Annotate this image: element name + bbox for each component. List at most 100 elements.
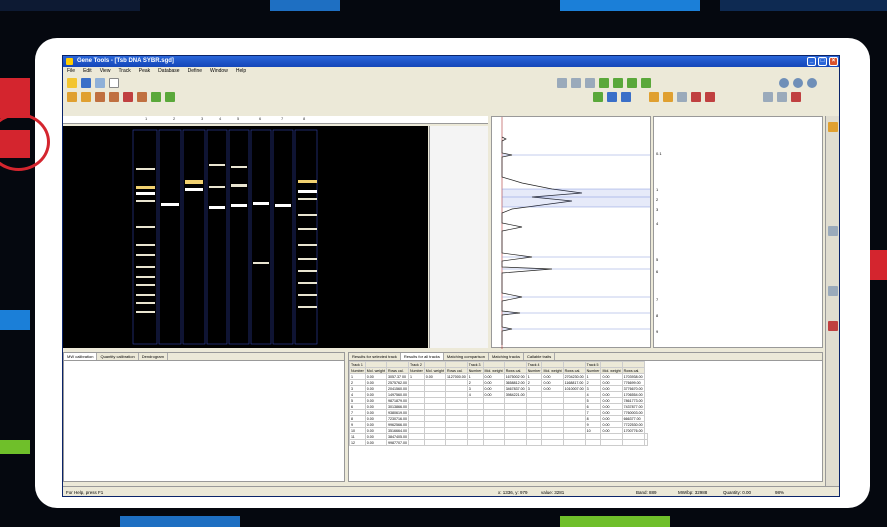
menu-window[interactable]: Window: [210, 67, 228, 76]
tool-icon[interactable]: [791, 92, 801, 102]
tool-icon[interactable]: [81, 92, 91, 102]
tool-icon[interactable]: [585, 78, 595, 88]
table-cell: [584, 439, 602, 446]
menu-help[interactable]: Help: [236, 67, 246, 76]
table-cell: 0.00: [364, 439, 387, 446]
bg-band: [560, 516, 670, 527]
tool-icon[interactable]: [641, 78, 651, 88]
toolbar-top: [63, 76, 839, 90]
table-cell: 12: [349, 439, 366, 446]
tool-icon[interactable]: [677, 92, 687, 102]
results-table[interactable]: Track 1 Track 2 Track 3 Track 4 Track 5 Numbe…: [349, 361, 648, 446]
zoom-out-icon[interactable]: [793, 78, 803, 88]
gel-image[interactable]: [63, 126, 428, 348]
table-cell: [482, 439, 505, 446]
tab-results-selected[interactable]: Results for selected track: [349, 353, 401, 360]
status-zoom: 98%: [775, 490, 785, 495]
tool-icon[interactable]: [599, 78, 609, 88]
lane-ruler: 1 2 3 4 5 6 7 8: [63, 116, 488, 124]
menu-define[interactable]: Define: [188, 67, 202, 76]
table-cell: [525, 439, 543, 446]
menu-view[interactable]: View: [100, 67, 111, 76]
tab-strip: Results for selected track Results for a…: [349, 353, 822, 361]
lane-label: 4: [219, 116, 222, 121]
bg-stripe: [0, 440, 30, 454]
menu-track[interactable]: Track: [118, 67, 130, 76]
tool-icon[interactable]: [663, 92, 673, 102]
lane-label: 8: [303, 116, 306, 121]
lane-label: 2: [173, 116, 176, 121]
tool-icon[interactable]: [828, 286, 838, 296]
tab-matching-tracks[interactable]: Matching tracks: [489, 353, 524, 360]
tool-icon[interactable]: [137, 92, 147, 102]
results-panel: Results for selected track Results for a…: [348, 352, 823, 482]
status-mw: MW/bp: 32988: [678, 490, 708, 495]
table-cell: [423, 439, 446, 446]
close-icon[interactable]: ×: [829, 57, 838, 66]
tool-icon[interactable]: [571, 78, 581, 88]
menu-file[interactable]: File: [67, 67, 75, 76]
tool-icon[interactable]: [151, 92, 161, 102]
tool-icon[interactable]: [165, 92, 175, 102]
bg-band: [0, 0, 140, 11]
print-icon[interactable]: [95, 78, 105, 88]
tool-icon[interactable]: [705, 92, 715, 102]
table-cell: [600, 439, 623, 446]
lane-label: 3: [201, 116, 204, 121]
tool-icon[interactable]: [613, 78, 623, 88]
tab-matching-comparison[interactable]: Matching comparison: [444, 353, 489, 360]
tab-mw-calibration[interactable]: MW calibration: [64, 353, 98, 360]
table-cell: [562, 439, 586, 446]
bg-band: [270, 0, 340, 11]
tool-icon[interactable]: [828, 321, 838, 331]
zoom-in-icon[interactable]: [779, 78, 789, 88]
tool-icon[interactable]: [763, 92, 773, 102]
bg-band: [120, 516, 240, 527]
background-stage: Gene Tools - [Tsb DNA SYBR.sgd] _ □ × Fi…: [0, 0, 887, 527]
tab-results-all[interactable]: Results for all tracks: [400, 353, 444, 360]
tool-icon[interactable]: [123, 92, 133, 102]
tool-icon[interactable]: [777, 92, 787, 102]
new-icon[interactable]: [109, 78, 119, 88]
menu-database[interactable]: Database: [158, 67, 179, 76]
tool-icon[interactable]: [828, 122, 838, 132]
calibration-label: 0.1: [656, 151, 662, 156]
menu-edit[interactable]: Edit: [83, 67, 92, 76]
lane-label: 6: [259, 116, 262, 121]
bg-band: [560, 0, 700, 11]
gel-side-panel: [429, 126, 488, 348]
menu-peak[interactable]: Peak: [139, 67, 150, 76]
tool-icon[interactable]: [109, 92, 119, 102]
tool-icon[interactable]: [627, 78, 637, 88]
lane-label: 7: [281, 116, 284, 121]
tool-icon[interactable]: [828, 226, 838, 236]
tab-quantity-calibration[interactable]: Quantity calibration: [97, 353, 139, 360]
tool-icon[interactable]: [67, 92, 77, 102]
tab-dendrogram[interactable]: Dendrogram: [139, 353, 168, 360]
table-cell: [444, 439, 468, 446]
table-cell: [621, 439, 645, 446]
table-cell: [541, 439, 564, 446]
status-quantity: Quantity: 0.00: [723, 490, 752, 495]
save-icon[interactable]: [81, 78, 91, 88]
zoom-fit-icon[interactable]: [807, 78, 817, 88]
table-cell: 9987707.00: [385, 439, 409, 446]
table-cell: [466, 439, 484, 446]
table-row[interactable]: 12 0.00 9987707.00: [349, 439, 648, 446]
tab-callable-traits[interactable]: Callable traits: [524, 353, 556, 360]
calibration-label: 8: [656, 313, 659, 318]
calibration-label: 1: [656, 187, 659, 192]
minimize-icon[interactable]: _: [807, 57, 816, 66]
calibration-label: 9: [656, 329, 659, 334]
open-icon[interactable]: [67, 78, 77, 88]
tool-icon[interactable]: [649, 92, 659, 102]
tool-icon[interactable]: [621, 92, 631, 102]
tool-icon[interactable]: [593, 92, 603, 102]
lane-profile-panel[interactable]: [491, 116, 651, 349]
maximize-icon[interactable]: □: [818, 57, 827, 66]
tool-icon[interactable]: [691, 92, 701, 102]
tool-icon[interactable]: [557, 78, 567, 88]
tool-icon[interactable]: [607, 92, 617, 102]
tool-icon[interactable]: [95, 92, 105, 102]
bg-stripe: [870, 250, 887, 280]
